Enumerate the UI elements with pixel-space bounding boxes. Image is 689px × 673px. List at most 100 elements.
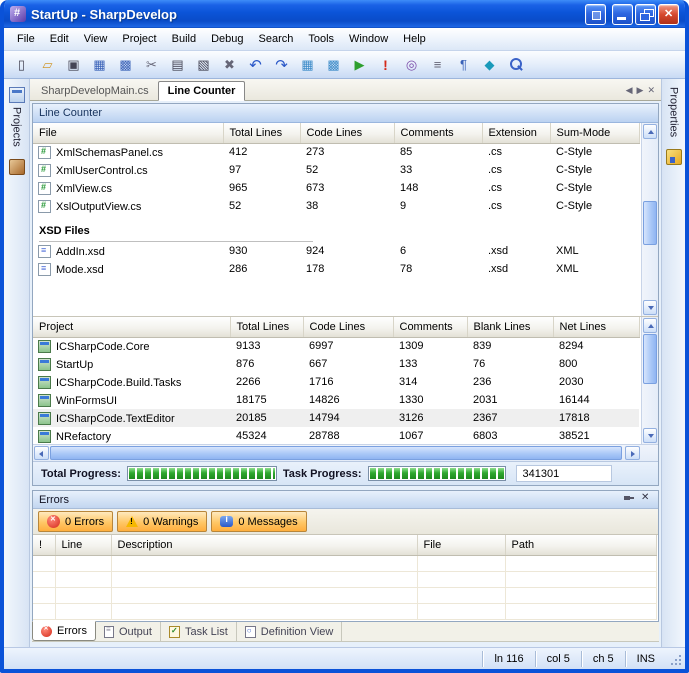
restore-button[interactable] — [635, 4, 656, 25]
document-tab[interactable]: SharpDevelopMain.cs — [32, 82, 158, 100]
scroll-tabs-left-button[interactable]: ◀ — [626, 85, 633, 96]
column-header-blank-lines[interactable]: Blank Lines — [467, 317, 553, 337]
menu-item[interactable]: Help — [396, 30, 433, 48]
empty-error-row — [33, 603, 656, 619]
file-row[interactable]: XmlView.cs 965 673 148 .cs C-Style — [33, 179, 639, 197]
column-header-total-lines[interactable]: Total Lines — [223, 123, 300, 143]
column-header-severity[interactable]: ! — [33, 535, 55, 555]
save-all-icon[interactable]: ▩ — [113, 54, 138, 76]
profiler-icon[interactable]: ◎ — [399, 54, 424, 76]
column-header-code-lines[interactable]: Code Lines — [303, 317, 393, 337]
redo-icon[interactable]: ↷ — [269, 54, 294, 76]
line-counter-panel-header: Line Counter — [33, 104, 658, 123]
properties-tab[interactable]: Properties — [667, 84, 681, 140]
menu-item[interactable]: Tools — [301, 30, 341, 48]
errors-filter-button[interactable]: 0 Errors — [38, 511, 113, 532]
column-header-extension[interactable]: Extension — [482, 123, 550, 143]
column-header-file[interactable]: File — [33, 123, 223, 143]
minimize-button[interactable] — [612, 4, 633, 25]
scrollbar-thumb[interactable] — [643, 334, 657, 384]
column-header-comments[interactable]: Comments — [393, 317, 467, 337]
delete-icon[interactable]: ✖ — [217, 54, 242, 76]
project-row[interactable]: ICSharpCode.Build.Tasks 2266 1716 314 23… — [33, 373, 639, 391]
scroll-up-button[interactable] — [643, 124, 657, 139]
project-table-vertical-scrollbar[interactable] — [641, 317, 658, 444]
project-row[interactable]: NRefactory 45324 28788 1067 6803 38521 — [33, 427, 639, 444]
file-row[interactable]: XslOutputView.cs 52 38 9 .cs C-Style — [33, 197, 639, 215]
scrollbar-thumb[interactable] — [50, 446, 622, 460]
project-row[interactable]: ICSharpCode.Core 9133 6997 1309 839 8294 — [33, 337, 639, 355]
menu-item[interactable]: View — [77, 30, 115, 48]
menu-item[interactable]: Search — [252, 30, 301, 48]
scrollbar-thumb[interactable] — [643, 201, 657, 245]
tab-errors[interactable]: Errors — [32, 621, 96, 641]
column-header-file[interactable]: File — [417, 535, 505, 555]
open-folder-icon[interactable]: ▱ — [35, 54, 60, 76]
menu-item[interactable]: Edit — [43, 30, 76, 48]
document-tab[interactable]: Line Counter — [158, 81, 246, 101]
close-panel-icon[interactable] — [640, 493, 653, 506]
classes-tab[interactable] — [8, 156, 26, 178]
tab-definition-view[interactable]: Definition View — [237, 622, 343, 641]
project-row[interactable]: WinFormsUI 18175 14826 1330 2031 16144 — [33, 391, 639, 409]
file-row[interactable]: XmlSchemasPanel.cs 412 273 85 .cs C-Styl… — [33, 143, 639, 161]
resize-grip[interactable] — [668, 651, 682, 667]
column-header-project[interactable]: Project — [33, 317, 230, 337]
sum-mode-cell: C-Style — [550, 143, 639, 161]
column-header-line[interactable]: Line — [55, 535, 111, 555]
projects-tab[interactable]: Projects — [8, 84, 26, 150]
paste-icon[interactable]: ▧ — [191, 54, 216, 76]
column-header-comments[interactable]: Comments — [394, 123, 482, 143]
scroll-down-button[interactable] — [643, 428, 657, 443]
close-button[interactable] — [658, 4, 679, 25]
horizontal-scrollbar[interactable] — [33, 444, 658, 461]
run-icon[interactable]: ▶ — [347, 54, 372, 76]
scroll-tabs-right-button[interactable]: ▶ — [637, 85, 644, 96]
menu-item[interactable]: Build — [165, 30, 203, 48]
menu-item[interactable]: File — [10, 30, 42, 48]
build-icon[interactable]: ▦ — [295, 54, 320, 76]
auto-hide-pin-icon[interactable] — [622, 493, 635, 506]
toolbox-tab[interactable] — [665, 146, 683, 168]
column-header-net-lines[interactable]: Net Lines — [553, 317, 639, 337]
column-header-code-lines[interactable]: Code Lines — [300, 123, 394, 143]
project-row[interactable]: StartUp 876 667 133 76 800 — [33, 355, 639, 373]
stop-icon[interactable]: ! — [373, 54, 398, 76]
scroll-down-button[interactable] — [643, 300, 657, 315]
comment-icon[interactable]: ¶ — [451, 54, 476, 76]
titlebar[interactable]: StartUp - SharpDevelop — [4, 0, 685, 28]
column-header-description[interactable]: Description — [111, 535, 417, 555]
scroll-up-button[interactable] — [643, 318, 657, 333]
warnings-filter-button[interactable]: 0 Warnings — [117, 511, 207, 532]
file-row[interactable]: AddIn.xsd 930 924 6 .xsd XML — [33, 242, 639, 260]
file-table-vertical-scrollbar[interactable] — [641, 123, 658, 316]
scroll-right-button[interactable] — [625, 446, 640, 460]
list-icon[interactable]: ≡ — [425, 54, 450, 76]
xsd-file-table: AddIn.xsd 930 924 6 .xsd XML Mode.xsd 28… — [33, 242, 639, 278]
project-row[interactable]: ICSharpCode.TextEditor 20185 14794 3126 … — [33, 409, 639, 427]
close-document-button[interactable]: ✕ — [647, 85, 655, 96]
search-icon[interactable] — [503, 54, 528, 76]
save-icon[interactable]: ▦ — [87, 54, 112, 76]
bookmark-icon[interactable]: ◆ — [477, 54, 502, 76]
new-file-icon[interactable]: ▯ — [9, 54, 34, 76]
pin-window-button[interactable] — [585, 4, 606, 25]
build-all-icon[interactable]: ▩ — [321, 54, 346, 76]
column-header-total-lines[interactable]: Total Lines — [230, 317, 303, 337]
menu-item[interactable]: Debug — [204, 30, 250, 48]
cut-icon[interactable]: ✂ — [139, 54, 164, 76]
column-header-sum-mode[interactable]: Sum-Mode — [550, 123, 639, 143]
file-row[interactable]: XmlUserControl.cs 97 52 33 .cs C-Style — [33, 161, 639, 179]
browse-icon[interactable]: ▣ — [61, 54, 86, 76]
tab-task-list[interactable]: Task List — [161, 622, 237, 641]
copy-icon[interactable]: ▤ — [165, 54, 190, 76]
tab-output[interactable]: Output — [96, 622, 161, 641]
file-row[interactable]: Mode.xsd 286 178 78 .xsd XML — [33, 260, 639, 278]
undo-icon[interactable]: ↶ — [243, 54, 268, 76]
menu-item[interactable]: Window — [342, 30, 395, 48]
menu-item[interactable]: Project — [115, 30, 163, 48]
status-item: INS — [625, 651, 666, 667]
column-header-path[interactable]: Path — [505, 535, 656, 555]
scroll-left-button[interactable] — [34, 446, 49, 460]
messages-filter-button[interactable]: 0 Messages — [211, 511, 306, 532]
